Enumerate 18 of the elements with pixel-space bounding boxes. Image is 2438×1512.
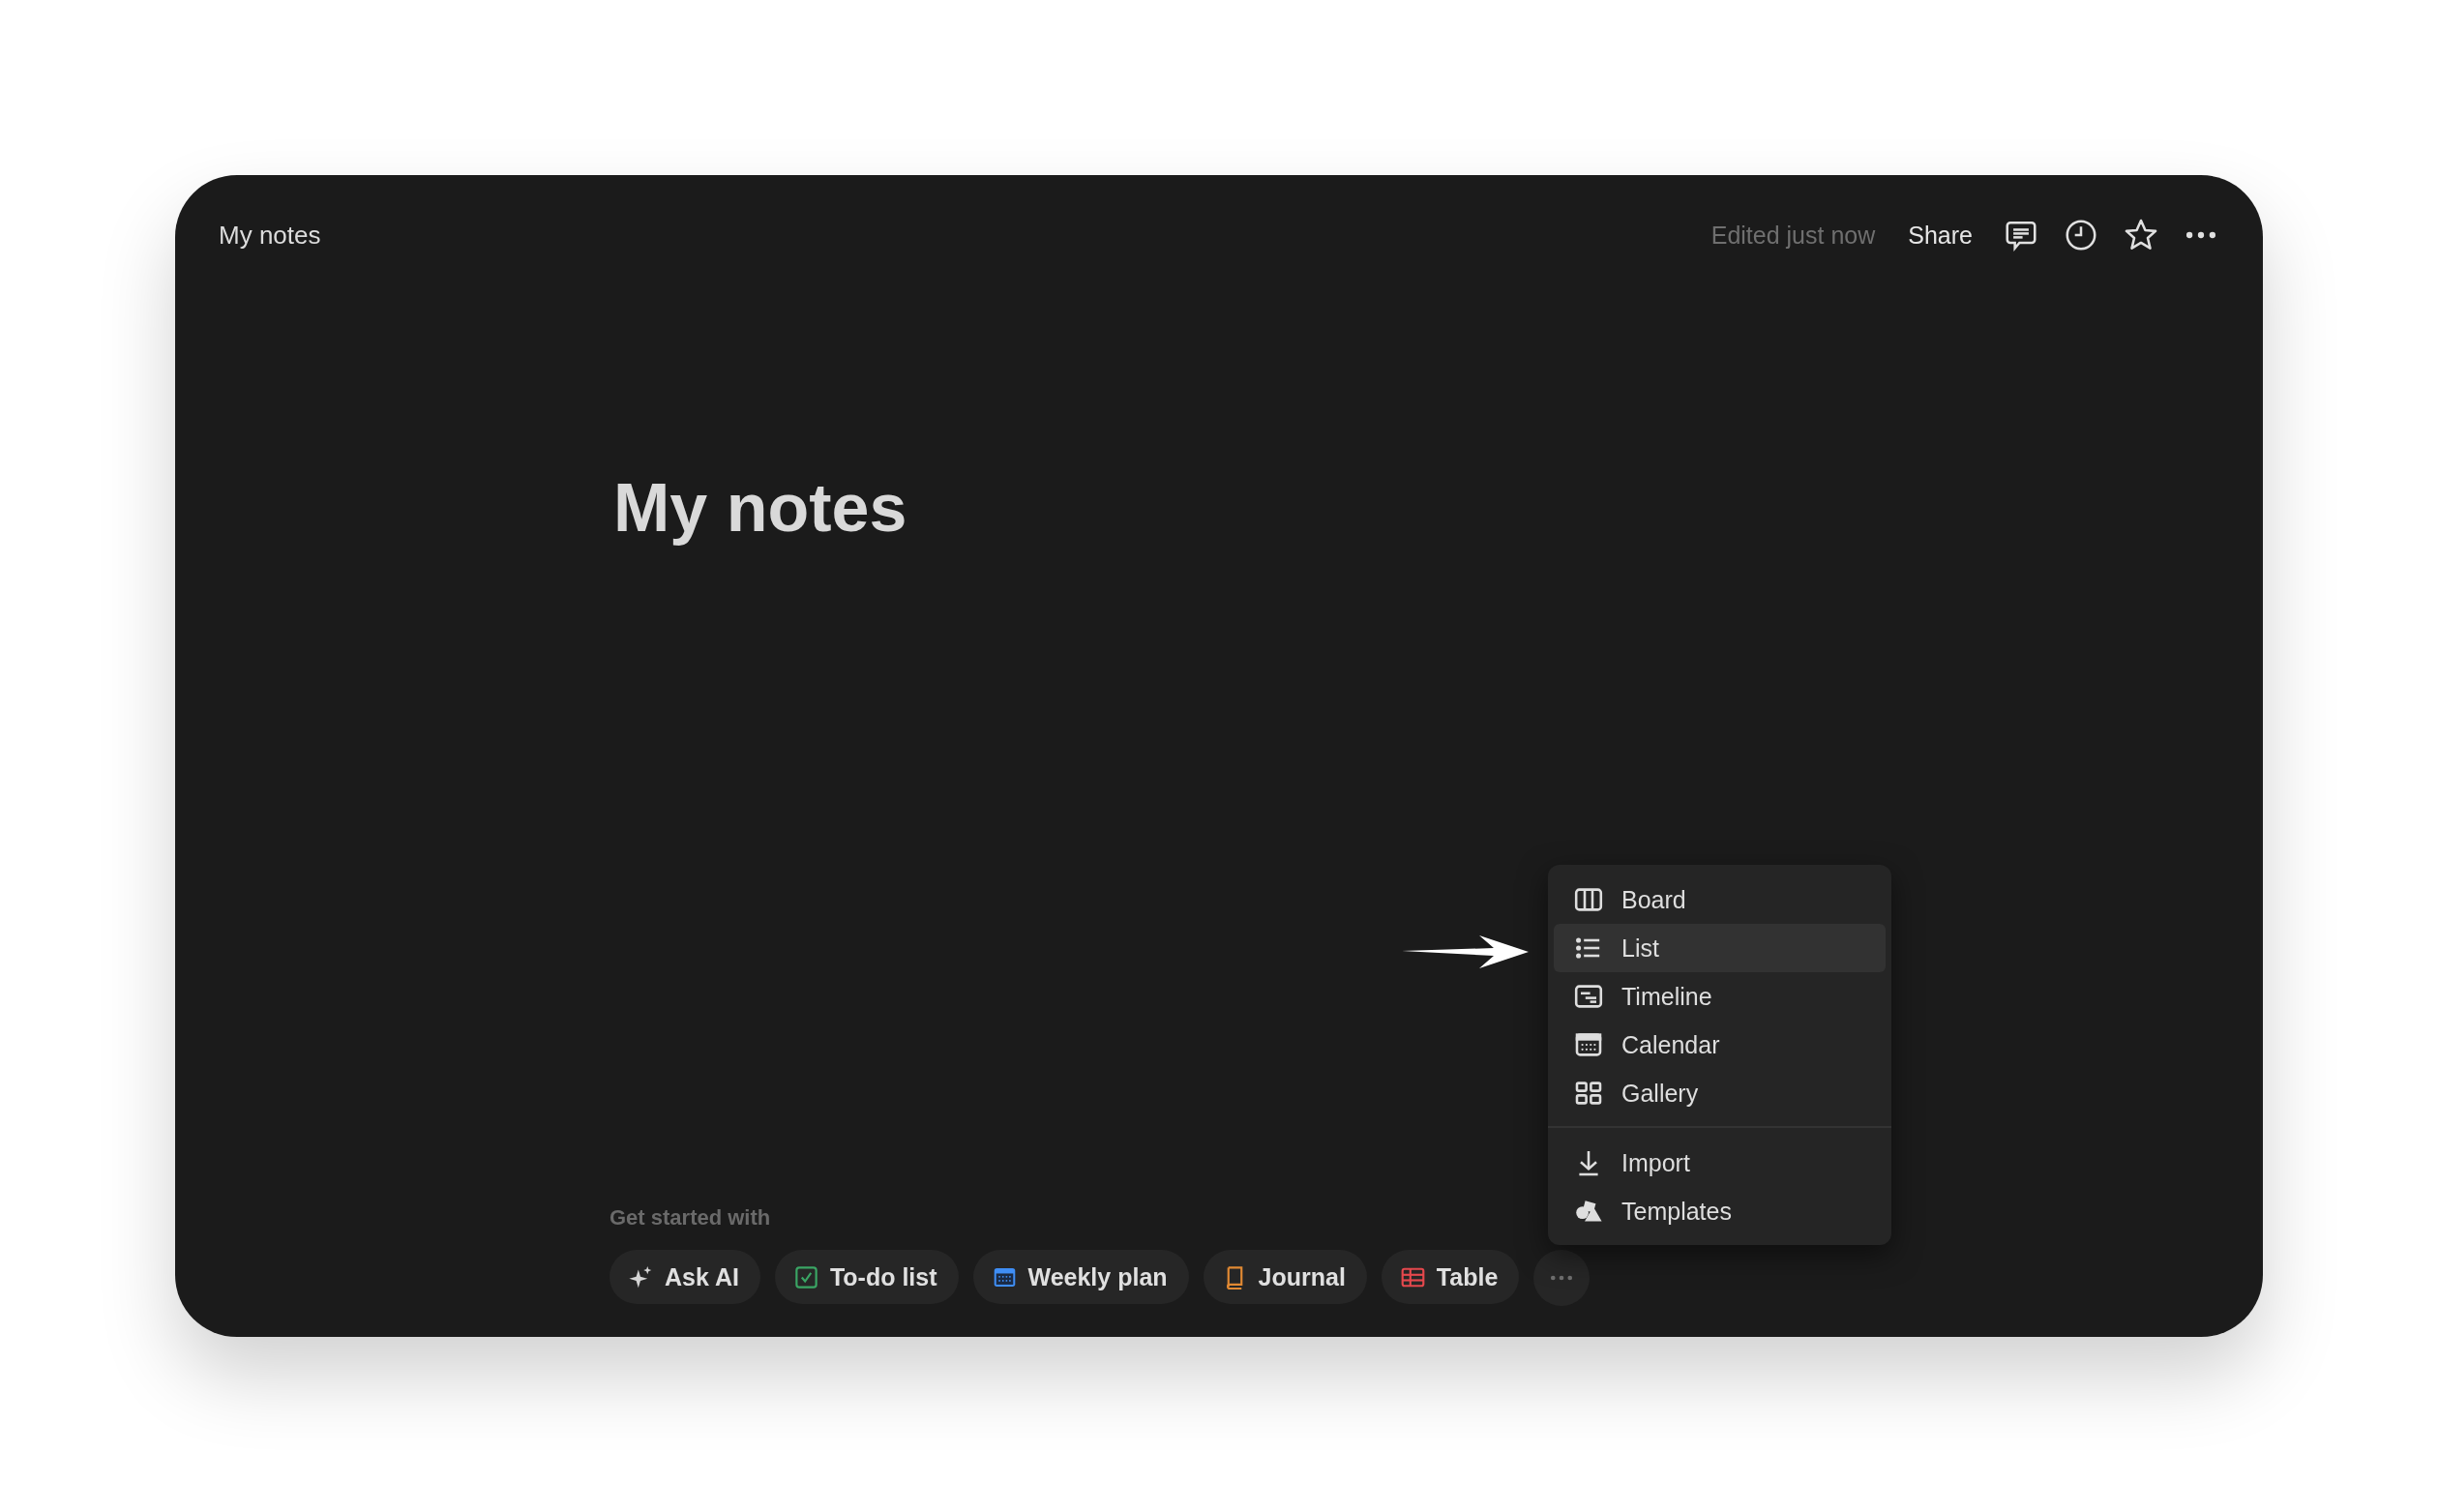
menu-item[interactable]: Templates <box>1554 1187 1886 1235</box>
template-chip[interactable]: Journal <box>1203 1250 1367 1304</box>
template-chip[interactable]: Ask AI <box>610 1250 760 1304</box>
share-button[interactable]: Share <box>1900 221 1980 250</box>
menu-item[interactable]: Calendar <box>1554 1021 1886 1069</box>
edit-status: Edited just now <box>1710 221 1876 250</box>
menu-item[interactable]: Import <box>1554 1139 1886 1187</box>
page-title[interactable]: My notes <box>613 469 2263 547</box>
menu-item[interactable]: Board <box>1554 875 1886 924</box>
template-chip[interactable]: Weekly plan <box>972 1250 1189 1304</box>
checkbox-icon <box>792 1263 819 1290</box>
template-chip[interactable]: Table <box>1381 1250 1520 1304</box>
menu-item[interactable]: Gallery <box>1554 1069 1886 1117</box>
menu-item[interactable]: Timeline <box>1554 972 1886 1021</box>
page-breadcrumb[interactable]: My notes <box>219 220 1686 251</box>
section-label: Get started with <box>610 1205 771 1230</box>
template-chip[interactable]: To-do list <box>774 1250 959 1304</box>
menu-item[interactable]: List <box>1554 924 1886 972</box>
